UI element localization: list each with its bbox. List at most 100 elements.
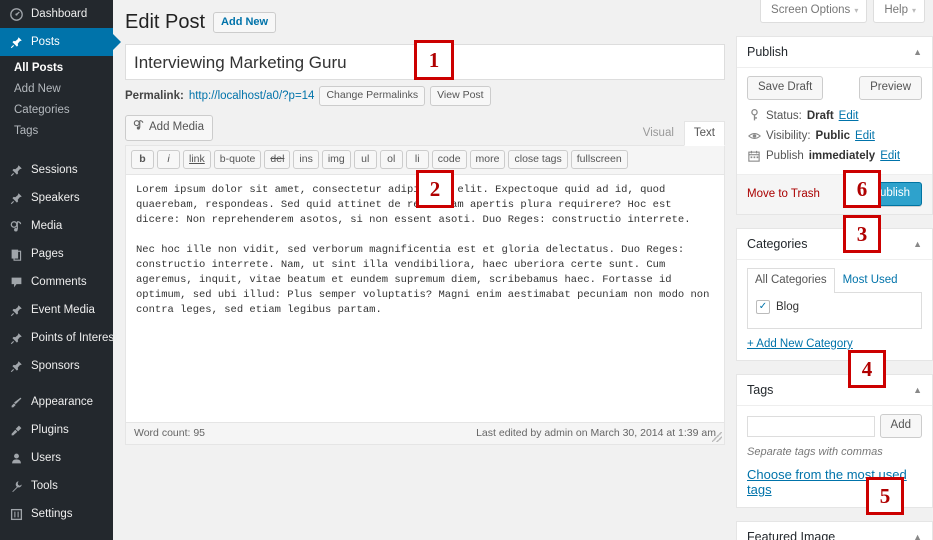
media-icon [8,218,25,234]
tags-box-title: Tags [747,383,774,397]
sidebar-item-dashboard[interactable]: Dashboard [0,0,113,28]
qt-ins-button[interactable]: ins [293,150,319,169]
tab-visual[interactable]: Visual [633,121,684,145]
pin-icon [8,358,25,374]
view-post-button[interactable]: View Post [430,86,491,106]
publish-box-title: Publish [747,45,788,59]
sidebar-item-appearance[interactable]: Appearance [0,388,113,416]
qt-fullscreen-button[interactable]: fullscreen [570,150,628,169]
publish-box-footer: Move to Trash Publish [737,174,932,214]
tab-all-categories[interactable]: All Categories [747,268,835,293]
sidebar-item-settings[interactable]: Settings [0,500,113,528]
sidebar-item-label: Plugins [31,424,69,436]
pin-icon [8,34,25,50]
sidebar-item-tools[interactable]: Tools [0,472,113,500]
chevron-up-icon[interactable]: ▲ [913,532,922,540]
sidebar-item-points-of-interest[interactable]: Points of Interest [0,324,117,352]
chevron-up-icon[interactable]: ▲ [913,47,922,57]
visibility-label: Visibility: [766,130,811,142]
sidebar-item-posts[interactable]: Posts [0,28,121,56]
qt-close-tags-button[interactable]: close tags [508,150,568,169]
qt-bold-button[interactable]: b [131,150,154,169]
publish-sidebar: Publish ▲ Save Draft Preview Status: Dra… [736,36,933,540]
qt-code-button[interactable]: code [431,150,467,169]
qt-bquote-button[interactable]: b-quote [213,150,262,169]
sidebar-item-comments[interactable]: Comments [0,268,113,296]
last-edited-text: Last edited by admin on March 30, 2014 a… [476,427,716,439]
sidebar-item-label: Posts [31,36,60,48]
sidebar-subitem-categories[interactable]: Categories [0,100,113,121]
calendar-icon [747,150,761,162]
sidebar-subitem-tags[interactable]: Tags [0,121,113,142]
sidebar-subitem-all-posts[interactable]: All Posts [0,58,113,79]
qt-ol-button[interactable]: ol [379,150,403,169]
wordpress-admin-screen: Dashboard Posts All Posts Add New Catego… [0,0,933,540]
sidebar-item-label: Points of Interest [31,332,118,344]
post-schedule-row: Publish immediately Edit [747,150,922,162]
sidebar-item-event-media[interactable]: Event Media [0,296,113,324]
menu-separator [0,528,113,536]
qt-img-button[interactable]: img [321,150,351,169]
status-edit-link[interactable]: Edit [839,110,859,122]
chevron-up-icon[interactable]: ▲ [913,385,922,395]
posts-submenu: All Posts Add New Categories Tags [0,56,113,148]
tag-hint-text: Separate tags with commas [747,446,883,458]
qt-link-button[interactable]: link [183,150,211,169]
annotation-marker-3: 3 [843,215,881,253]
qt-del-button[interactable]: del [264,150,291,169]
visibility-value: Public [815,130,851,142]
screen-options-label: Screen Options [771,4,851,16]
users-icon [8,450,25,466]
qt-li-button[interactable]: li [405,150,429,169]
qt-italic-button[interactable]: i [157,150,180,169]
qt-ul-button[interactable]: ul [353,150,377,169]
tab-most-used[interactable]: Most Used [835,268,906,292]
sidebar-item-pages[interactable]: Pages [0,240,113,268]
add-new-button[interactable]: Add New [213,11,277,33]
checkbox-checked-icon[interactable]: ✓ [756,300,770,314]
help-button[interactable]: Help ▾ [873,0,925,23]
save-draft-button[interactable]: Save Draft [747,76,824,100]
tag-input[interactable] [747,415,875,437]
pin-icon [8,162,25,178]
categories-box: Categories ▲ All Categories Most Used ✓ … [736,228,933,361]
permalink-row: Permalink: http://localhost/a0/?p=14 Cha… [125,86,725,106]
category-checklist: ✓ Blog [747,293,922,329]
chevron-up-icon[interactable]: ▲ [913,239,922,249]
media-icon [133,119,145,136]
sidebar-item-media[interactable]: Media [0,212,113,240]
brush-icon [8,394,25,410]
tags-box-header: Tags ▲ [737,375,932,406]
sidebar-item-label: Event Media [31,304,95,316]
admin-sidebar: Dashboard Posts All Posts Add New Catego… [0,0,121,540]
sidebar-item-speakers[interactable]: Speakers [0,184,113,212]
schedule-edit-link[interactable]: Edit [880,150,900,162]
move-to-trash-link[interactable]: Move to Trash [747,188,820,200]
post-content-textarea[interactable]: Lorem ipsum dolor sit amet, consectetur … [126,175,724,422]
schedule-label: Publish [766,150,804,162]
preview-button[interactable]: Preview [859,76,922,100]
resize-handle[interactable] [712,432,722,442]
sidebar-item-sessions[interactable]: Sessions [0,156,113,184]
add-new-category-link[interactable]: + Add New Category [747,338,922,350]
add-media-label: Add Media [149,121,204,133]
sidebar-item-plugins[interactable]: Plugins [0,416,113,444]
change-permalinks-button[interactable]: Change Permalinks [319,86,426,106]
sidebar-item-sponsors[interactable]: Sponsors [0,352,113,380]
word-count: Word count: 95 [134,427,206,439]
permalink-url[interactable]: http://localhost/a0/?p=14 [189,90,315,102]
add-tag-button[interactable]: Add [879,414,922,438]
sidebar-item-label: Sessions [31,164,78,176]
screen-options-button[interactable]: Screen Options ▾ [760,0,868,23]
publish-box-body: Save Draft Preview Status: Draft Edit Vi… [737,68,932,174]
tab-text[interactable]: Text [683,121,725,146]
tools-icon [8,478,25,494]
sidebar-item-users[interactable]: Users [0,444,113,472]
visibility-edit-link[interactable]: Edit [855,130,875,142]
sidebar-subitem-add-new[interactable]: Add New [0,79,113,100]
featured-image-box-title: Featured Image [747,530,836,540]
add-media-button[interactable]: Add Media [125,115,213,141]
category-item-blog[interactable]: ✓ Blog [756,300,913,314]
sidebar-item-theme-options[interactable]: Theme Options [0,536,113,540]
qt-more-button[interactable]: more [469,150,506,169]
